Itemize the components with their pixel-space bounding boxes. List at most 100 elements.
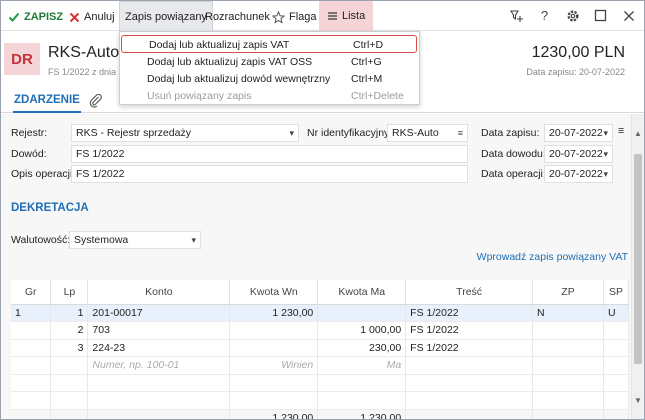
list-button[interactable]: Lista bbox=[319, 1, 374, 31]
col-header-lp[interactable]: Lp bbox=[50, 280, 89, 305]
totals-row: 1 230,00 1 230,00 bbox=[11, 409, 630, 419]
related-record-menu-button[interactable]: Zapis powiązany bbox=[119, 1, 213, 31]
gear-icon[interactable] bbox=[563, 6, 582, 25]
cell-group[interactable]: 1 bbox=[11, 304, 52, 322]
cell-sp[interactable] bbox=[603, 321, 630, 340]
cell-account[interactable]: 201-00017 bbox=[87, 304, 231, 322]
empty-row bbox=[11, 374, 630, 392]
cell-debit[interactable] bbox=[229, 321, 319, 340]
vertical-scrollbar[interactable]: ▲ ▼ bbox=[631, 114, 644, 419]
cell-lp[interactable]: 2 bbox=[50, 321, 89, 340]
cell-zp[interactable] bbox=[532, 339, 604, 357]
related-label: Zapis powiązany bbox=[125, 10, 207, 23]
cell-credit[interactable]: 230,00 bbox=[317, 339, 407, 357]
table-row[interactable]: 1 1 201-00017 1 230,00 FS 1/2022 N U bbox=[11, 304, 630, 322]
cell-group[interactable] bbox=[11, 321, 52, 340]
attachment-tab[interactable] bbox=[88, 93, 104, 109]
cell-debit[interactable]: 1 230,00 bbox=[229, 304, 319, 322]
id-field[interactable]: RKS-Auto ≡ bbox=[387, 124, 468, 142]
cell-account[interactable]: 224-23 bbox=[87, 339, 231, 357]
empty-cell bbox=[87, 409, 231, 419]
record-date-field[interactable]: 20-07-2022 ▾ bbox=[544, 124, 613, 142]
help-icon[interactable]: ? bbox=[535, 6, 554, 25]
empty-cell bbox=[405, 391, 534, 410]
save-button[interactable]: ZAPISZ bbox=[3, 3, 68, 31]
maximize-icon[interactable] bbox=[591, 6, 610, 25]
col-header-group[interactable]: Gr bbox=[11, 280, 52, 305]
description-field[interactable]: FS 1/2022 bbox=[71, 165, 468, 183]
scroll-down-arrow-icon[interactable]: ▼ bbox=[634, 396, 642, 405]
x-icon bbox=[69, 12, 80, 22]
menu-lines-icon[interactable]: ≡ bbox=[458, 125, 463, 141]
flag-button[interactable]: Flaga bbox=[267, 3, 322, 31]
record-date-label: Data zapisu: bbox=[481, 127, 540, 139]
cancel-button[interactable]: Anuluj bbox=[64, 3, 120, 31]
cell-group[interactable] bbox=[11, 356, 52, 375]
empty-cell bbox=[50, 374, 89, 392]
account-input[interactable]: Numer, np. 100-01 bbox=[87, 356, 231, 375]
cell-sp[interactable]: U bbox=[603, 304, 630, 322]
cell-lp[interactable] bbox=[50, 356, 89, 375]
record-date-caption: Data zapisu: 20-07-2022 bbox=[526, 67, 625, 77]
cell-lp[interactable]: 3 bbox=[50, 339, 89, 357]
cell-group[interactable] bbox=[11, 339, 52, 357]
cell-zp[interactable] bbox=[532, 321, 604, 340]
menu-item-add-vat-oss[interactable]: Dodaj lub aktualizuj zapis VAT OSS Ctrl+… bbox=[120, 53, 419, 71]
table-row[interactable]: 2 703 1 000,00 FS 1/2022 bbox=[11, 321, 630, 340]
table-row[interactable]: 3 224-23 230,00 FS 1/2022 bbox=[11, 339, 630, 357]
close-icon[interactable] bbox=[619, 6, 638, 25]
cell-credit[interactable]: 1 000,00 bbox=[317, 321, 407, 340]
cell-account[interactable]: 703 bbox=[87, 321, 231, 340]
col-header-sp[interactable]: SP bbox=[603, 280, 630, 305]
operation-date-label: Data operacji: bbox=[481, 168, 546, 180]
empty-row bbox=[11, 391, 630, 410]
operation-date-field[interactable]: 20-07-2022 ▾ bbox=[544, 165, 613, 183]
currency-label: Walutowość: bbox=[11, 234, 71, 246]
proof-value: FS 1/2022 bbox=[76, 148, 125, 160]
new-entry-row[interactable]: Numer, np. 100-01 Winien Ma bbox=[11, 356, 630, 375]
cell-zp[interactable] bbox=[532, 356, 604, 375]
proof-date-value: 20-07-2022 bbox=[549, 148, 603, 160]
menu-item-shortcut: Ctrl+Delete bbox=[351, 90, 404, 102]
cell-content[interactable]: FS 1/2022 bbox=[405, 321, 534, 340]
menu-item-add-vat[interactable]: Dodaj lub aktualizuj zapis VAT Ctrl+D bbox=[121, 35, 417, 53]
cell-zp[interactable]: N bbox=[532, 304, 604, 322]
add-filter-icon[interactable] bbox=[507, 6, 526, 25]
cell-content[interactable]: FS 1/2022 bbox=[405, 304, 534, 322]
menu-item-remove-related: Usuń powiązany zapis Ctrl+Delete bbox=[120, 87, 419, 105]
menu-item-label: Usuń powiązany zapis bbox=[147, 90, 252, 102]
scroll-up-arrow-icon[interactable]: ▲ bbox=[634, 129, 642, 138]
app-window: ZAPISZ Anuluj Zapis powiązany Rozrachune… bbox=[0, 0, 645, 420]
col-header-account[interactable]: Konto bbox=[87, 280, 231, 305]
cell-sp[interactable] bbox=[603, 339, 630, 357]
cell-credit[interactable] bbox=[317, 304, 407, 322]
empty-cell bbox=[11, 409, 52, 419]
cell-content[interactable]: FS 1/2022 bbox=[405, 339, 534, 357]
chevron-down-icon: ▾ bbox=[603, 149, 608, 159]
empty-cell bbox=[603, 391, 630, 410]
menu-item-add-internal-proof[interactable]: Dodaj lub aktualizuj dowód wewnętrzny Ct… bbox=[120, 70, 419, 88]
scroll-thumb[interactable] bbox=[634, 154, 642, 364]
cell-lp[interactable]: 1 bbox=[50, 304, 89, 322]
register-select[interactable]: RKS - Rejestr sprzedaży ▾ bbox=[71, 124, 299, 142]
col-header-debit[interactable]: Kwota Wn bbox=[229, 280, 319, 305]
tab-event[interactable]: ZDARZENIE bbox=[13, 89, 81, 113]
empty-cell bbox=[532, 391, 604, 410]
proof-date-field[interactable]: 20-07-2022 ▾ bbox=[544, 145, 613, 163]
add-related-vat-link[interactable]: Wprowadź zapis powiązany VAT bbox=[477, 251, 628, 263]
debit-input[interactable]: Winien bbox=[229, 356, 319, 375]
credit-input[interactable]: Ma bbox=[317, 356, 407, 375]
settlement-button[interactable]: Rozrachunek bbox=[200, 3, 275, 31]
col-header-zp[interactable]: ZP bbox=[532, 280, 604, 305]
cell-sp[interactable] bbox=[603, 356, 630, 375]
cell-debit[interactable] bbox=[229, 339, 319, 357]
cell-content[interactable] bbox=[405, 356, 534, 375]
currency-select[interactable]: Systemowa ▾ bbox=[69, 231, 201, 249]
save-label: ZAPISZ bbox=[24, 11, 64, 23]
table-header-row: Gr Lp Konto Kwota Wn Kwota Ma Treść ZP S… bbox=[11, 280, 630, 305]
col-header-credit[interactable]: Kwota Ma bbox=[317, 280, 407, 305]
record-date-menu-icon[interactable]: ≡ bbox=[618, 125, 624, 137]
col-header-content[interactable]: Treść bbox=[405, 280, 534, 305]
empty-cell bbox=[603, 374, 630, 392]
proof-field[interactable]: FS 1/2022 bbox=[71, 145, 468, 163]
